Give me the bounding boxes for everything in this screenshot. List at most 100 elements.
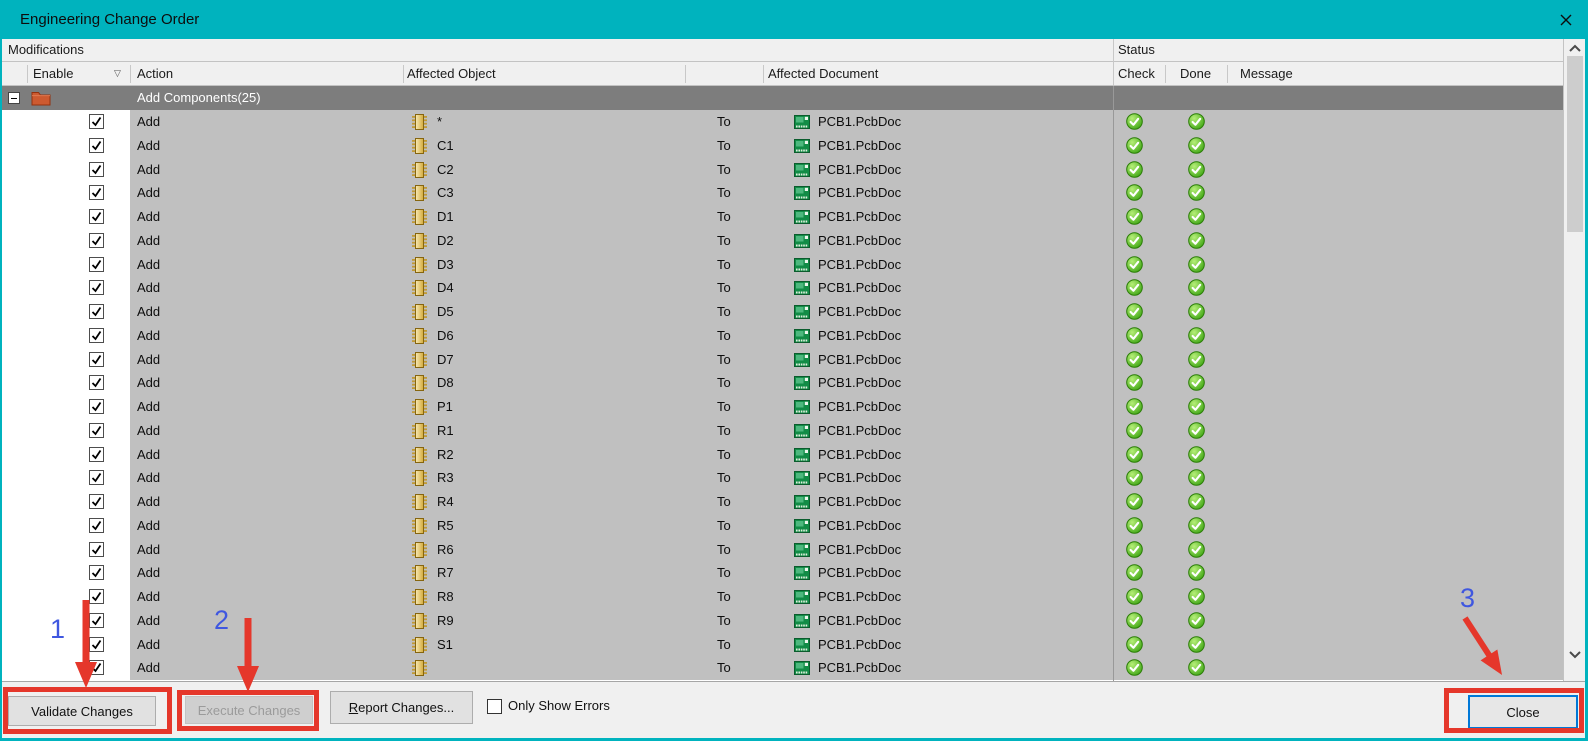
component-icon (411, 257, 428, 273)
enable-checkbox[interactable] (89, 304, 104, 319)
scroll-down-icon[interactable] (1568, 650, 1582, 659)
table-row[interactable]: Add D1 To PCB1.PcbDoc (2, 205, 1563, 229)
enable-checkbox[interactable] (89, 209, 104, 224)
action-cell: Add (137, 137, 161, 153)
table-row[interactable]: Add R1 To PCB1.PcbDoc (2, 418, 1563, 443)
modifications-header: Modifications (8, 42, 84, 57)
column-affected-document[interactable]: Affected Document (768, 62, 878, 85)
column-action[interactable]: Action (137, 62, 173, 85)
table-row[interactable]: Add R9 To PCB1.PcbDoc (2, 608, 1563, 633)
status-column-divider (1113, 86, 1114, 681)
enable-checkbox[interactable] (89, 375, 104, 391)
column-message[interactable]: Message (1240, 62, 1293, 85)
checkbox-check-icon (91, 378, 102, 388)
table-row[interactable]: Add R4 To PCB1.PcbDoc (2, 490, 1563, 514)
report-changes-button[interactable]: Report Changes... (330, 691, 473, 724)
enable-checkbox[interactable] (89, 612, 104, 628)
table-row[interactable]: Add D4 To PCB1.PcbDoc (2, 276, 1563, 300)
table-row[interactable]: Add D2 To PCB1.PcbDoc (2, 228, 1563, 253)
table-row[interactable]: Add D5 To PCB1.PcbDoc (2, 300, 1563, 324)
column-check[interactable]: Check (1118, 62, 1155, 85)
check-status-icon (1126, 374, 1143, 391)
enable-checkbox[interactable] (89, 660, 104, 676)
affected-object-cell: D5 (437, 304, 454, 319)
table-row[interactable]: Add C3 To PCB1.PcbDoc (2, 181, 1563, 205)
checkbox-check-icon (91, 330, 102, 341)
validate-changes-button[interactable]: Validate Changes (8, 696, 156, 726)
done-status-icon (1188, 351, 1205, 368)
only-show-errors-checkbox[interactable] (487, 699, 502, 714)
enable-checkbox[interactable] (89, 161, 104, 177)
table-row[interactable]: Add D3 To PCB1.PcbDoc (2, 252, 1563, 277)
group-row-add-components[interactable]: Add Components(25) (2, 86, 1563, 110)
component-icon (411, 447, 428, 463)
connector-cell: To (717, 256, 731, 272)
enable-checkbox[interactable] (89, 446, 104, 462)
enable-checkbox[interactable] (89, 137, 104, 153)
table-row[interactable]: Add R5 To PCB1.PcbDoc (2, 513, 1563, 538)
enable-checkbox[interactable] (89, 185, 104, 201)
table-row[interactable]: Add R3 To PCB1.PcbDoc (2, 466, 1563, 490)
affected-document-cell: PCB1.PcbDoc (818, 470, 902, 486)
column-enable[interactable]: Enable (33, 62, 73, 85)
enable-checkbox[interactable] (89, 565, 104, 581)
rows-viewport: Add Components(25) Add * To PCB1.PcbDoc … (2, 86, 1563, 681)
connector-cell: To (717, 351, 731, 367)
enable-checkbox[interactable] (89, 589, 104, 604)
connector-cell: To (717, 446, 731, 462)
done-status-icon (1188, 493, 1205, 510)
checkbox-check-icon (91, 307, 102, 317)
table-row[interactable]: Add C1 To PCB1.PcbDoc (2, 133, 1563, 158)
table-row[interactable]: Add C2 To PCB1.PcbDoc (2, 157, 1563, 182)
table-row[interactable]: Add R6 To PCB1.PcbDoc (2, 537, 1563, 562)
affected-document-cell: PCB1.PcbDoc (818, 280, 902, 296)
enable-checkbox[interactable] (89, 327, 104, 343)
checkbox-check-icon (91, 568, 102, 578)
collapse-group-icon[interactable] (8, 92, 20, 104)
enable-checkbox[interactable] (89, 114, 104, 129)
action-cell: Add (137, 517, 161, 533)
enable-checkbox[interactable] (89, 232, 104, 248)
scroll-up-icon[interactable] (1568, 44, 1582, 53)
table-row[interactable]: Add R2 To PCB1.PcbDoc (2, 442, 1563, 467)
component-icon (411, 589, 428, 605)
table-row[interactable]: Add P1 To PCB1.PcbDoc (2, 395, 1563, 419)
enable-checkbox[interactable] (89, 351, 104, 367)
table-row[interactable]: Add D6 To PCB1.PcbDoc (2, 323, 1563, 348)
execute-changes-button[interactable]: Execute Changes (185, 696, 313, 724)
column-done[interactable]: Done (1180, 62, 1211, 85)
checkbox-check-icon (91, 449, 102, 459)
close-button[interactable]: Close (1468, 695, 1578, 729)
done-status-icon (1188, 256, 1205, 273)
enable-checkbox[interactable] (89, 517, 104, 533)
enable-checkbox[interactable] (89, 280, 104, 296)
affected-document-cell: PCB1.PcbDoc (818, 232, 902, 248)
enable-checkbox[interactable] (89, 399, 104, 414)
component-icon (411, 399, 428, 415)
enable-checkbox[interactable] (89, 494, 104, 509)
enable-checkbox[interactable] (89, 636, 104, 652)
table-row[interactable]: Add To PCB1.PcbDoc (2, 656, 1563, 680)
table-row[interactable]: Add * To PCB1.PcbDoc (2, 110, 1563, 134)
enable-checkbox[interactable] (89, 422, 104, 438)
scrollbar-thumb[interactable] (1567, 56, 1583, 232)
check-status-icon (1126, 493, 1143, 510)
table-row[interactable]: Add S1 To PCB1.PcbDoc (2, 632, 1563, 657)
table-row[interactable]: Add R7 To PCB1.PcbDoc (2, 561, 1563, 585)
table-row[interactable]: Add D7 To PCB1.PcbDoc (2, 347, 1563, 372)
table-row[interactable]: Add D8 To PCB1.PcbDoc (2, 371, 1563, 395)
pcb-document-icon (794, 353, 810, 367)
enable-checkbox[interactable] (89, 256, 104, 272)
close-icon[interactable] (1554, 8, 1578, 32)
enable-checkbox[interactable] (89, 541, 104, 557)
done-status-icon (1188, 588, 1205, 605)
enable-checkbox[interactable] (89, 470, 104, 486)
vertical-scrollbar[interactable] (1563, 39, 1585, 681)
sort-descending-icon[interactable]: ▽ (114, 62, 121, 85)
check-status-icon (1126, 398, 1143, 415)
checkbox-check-icon (91, 188, 102, 198)
column-affected-object[interactable]: Affected Object (407, 62, 496, 85)
table-row[interactable]: Add R8 To PCB1.PcbDoc (2, 585, 1563, 609)
affected-object-cell: D1 (437, 209, 454, 224)
component-icon (411, 185, 428, 201)
